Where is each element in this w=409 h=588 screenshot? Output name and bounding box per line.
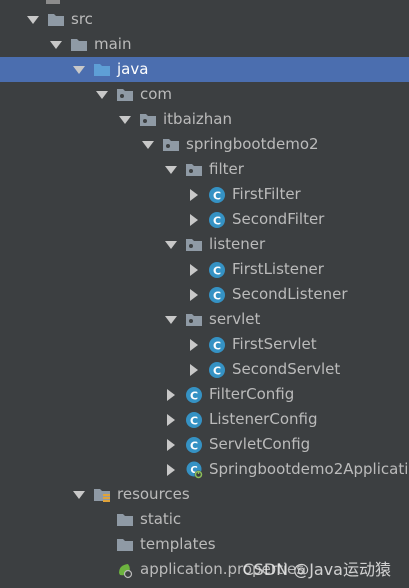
collapse-arrow-icon[interactable]	[187, 213, 201, 227]
tree-item-label: SecondServlet	[232, 360, 341, 378]
tree-item-listener[interactable]: listener	[0, 232, 409, 257]
tree-item-listenerconfig[interactable]: C ListenerConfig	[0, 407, 409, 432]
package-icon	[185, 312, 203, 328]
package-icon	[139, 112, 157, 128]
collapse-arrow-icon[interactable]	[164, 413, 178, 427]
project-tree: src main java com itbaizhan springbootdemo2 fi…	[0, 0, 409, 588]
tree-item-filter[interactable]: filter	[0, 157, 409, 182]
svg-text:C: C	[213, 264, 221, 277]
tree-item-firstlistener[interactable]: C FirstListener	[0, 257, 409, 282]
expand-arrow-icon[interactable]	[72, 63, 86, 77]
folder-icon	[70, 37, 88, 53]
expand-arrow-icon[interactable]	[95, 88, 109, 102]
tree-item-label: itbaizhan	[163, 110, 233, 128]
collapse-arrow-icon[interactable]	[187, 363, 201, 377]
tree-item-label: FirstFilter	[232, 185, 301, 203]
svg-text:C: C	[213, 289, 221, 302]
svg-text:C: C	[213, 364, 221, 377]
package-icon	[185, 162, 203, 178]
expand-arrow-icon[interactable]	[164, 238, 178, 252]
collapse-arrow-icon[interactable]	[187, 288, 201, 302]
tree-item-label: com	[140, 85, 173, 103]
class-icon: C	[208, 211, 226, 228]
svg-text:C: C	[213, 339, 221, 352]
tree-item-label: filter	[209, 160, 244, 178]
tree-item-resources[interactable]: resources	[0, 482, 409, 507]
source-folder-icon	[93, 62, 111, 78]
class-icon: C	[208, 286, 226, 303]
tree-item-label: FirstListener	[232, 260, 324, 278]
svg-text:C: C	[190, 414, 198, 427]
collapse-arrow-icon[interactable]	[164, 463, 178, 477]
svg-text:C: C	[190, 439, 198, 452]
tree-item-firstfilter[interactable]: C FirstFilter	[0, 182, 409, 207]
tree-item-servletconfig[interactable]: C ServletConfig	[0, 432, 409, 457]
tree-item-main[interactable]: main	[0, 32, 409, 57]
tree-item-label: springbootdemo2	[186, 135, 319, 153]
tree-item-label: static	[140, 510, 182, 528]
package-icon	[185, 237, 203, 253]
collapse-arrow-icon[interactable]	[187, 263, 201, 277]
tree-item-com[interactable]: com	[0, 82, 409, 107]
tree-item-itbaizhan[interactable]: itbaizhan	[0, 107, 409, 132]
package-icon	[116, 87, 134, 103]
tree-item-static[interactable]: static	[0, 507, 409, 532]
svg-text:C: C	[213, 189, 221, 202]
tree-item-templates[interactable]: templates	[0, 532, 409, 557]
class-icon: C	[185, 436, 203, 453]
expand-arrow-icon[interactable]	[164, 163, 178, 177]
svg-text:C: C	[213, 214, 221, 227]
class-icon: C	[208, 186, 226, 203]
resources-folder-icon	[93, 487, 111, 503]
tree-item-secondlistener[interactable]: C SecondListener	[0, 282, 409, 307]
tree-item-secondservlet[interactable]: C SecondServlet	[0, 357, 409, 382]
spring-boot-class-icon: C	[185, 461, 203, 478]
tree-item-label: templates	[140, 535, 216, 553]
tree-item-label: Springbootdemo2Applicati	[209, 460, 409, 478]
class-icon: C	[208, 261, 226, 278]
tree-item-label: main	[94, 35, 132, 53]
properties-file-icon	[116, 562, 134, 578]
expand-arrow-icon[interactable]	[49, 38, 63, 52]
class-icon: C	[185, 411, 203, 428]
svg-text:C: C	[190, 389, 198, 402]
package-icon	[162, 137, 180, 153]
collapse-arrow-icon[interactable]	[164, 438, 178, 452]
tree-item-src[interactable]: src	[0, 7, 409, 32]
tree-item-servlet[interactable]: servlet	[0, 307, 409, 332]
expand-arrow-icon[interactable]	[26, 13, 40, 27]
folder-icon	[116, 537, 134, 553]
tree-item-filterconfig[interactable]: C FilterConfig	[0, 382, 409, 407]
tree-item-label: SecondFilter	[232, 210, 325, 228]
tree-item-label: java	[117, 60, 149, 78]
tree-item-label: listener	[209, 235, 266, 253]
tree-item-label: src	[71, 10, 93, 28]
class-icon: C	[185, 386, 203, 403]
expand-arrow-icon[interactable]	[118, 113, 132, 127]
tree-item-firstservlet[interactable]: C FirstServlet	[0, 332, 409, 357]
class-icon: C	[208, 361, 226, 378]
tree-item-label: resources	[117, 485, 190, 503]
watermark: CSDN @Java运动猿	[242, 560, 391, 579]
expand-arrow-icon[interactable]	[164, 313, 178, 327]
collapse-arrow-icon[interactable]	[187, 188, 201, 202]
tree-item-label: FilterConfig	[209, 385, 295, 403]
tree-item-label: SecondListener	[232, 285, 348, 303]
tree-item-label: ServletConfig	[209, 435, 311, 453]
tree-item-springbootdemo2applicati[interactable]: C Springbootdemo2Applicati	[0, 457, 409, 482]
tree-item-label: FirstServlet	[232, 335, 317, 353]
tree-item-label: servlet	[209, 310, 261, 328]
expand-arrow-icon[interactable]	[72, 488, 86, 502]
collapse-arrow-icon[interactable]	[187, 338, 201, 352]
folder-icon	[116, 512, 134, 528]
folder-icon	[47, 12, 65, 28]
collapse-arrow-icon[interactable]	[164, 388, 178, 402]
expand-arrow-icon[interactable]	[141, 138, 155, 152]
tree-item-java[interactable]: java	[0, 57, 409, 82]
class-icon: C	[208, 336, 226, 353]
tree-item-springbootdemo2[interactable]: springbootdemo2	[0, 132, 409, 157]
tree-item-secondfilter[interactable]: C SecondFilter	[0, 207, 409, 232]
tree-item-label: ListenerConfig	[209, 410, 318, 428]
